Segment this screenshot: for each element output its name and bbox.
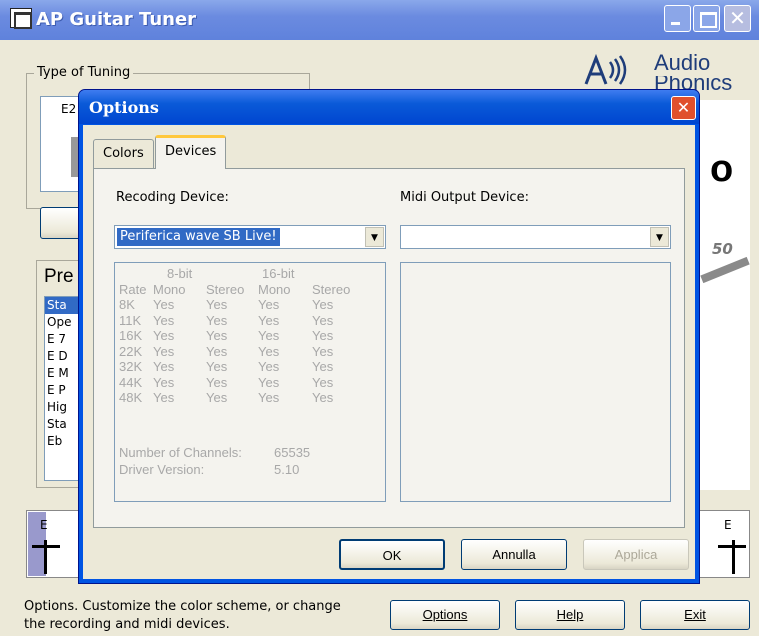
capability-row: 44K Yes Yes Yes Yes xyxy=(119,375,350,391)
header-8bit: 8-bit xyxy=(167,266,193,281)
support-cell: Yes xyxy=(206,374,228,390)
support-cell: Yes xyxy=(153,359,175,374)
channels-label: Number of Channels: xyxy=(119,445,242,460)
header-mono-8: Mono xyxy=(153,281,186,297)
dialog-title-bar xyxy=(79,90,699,124)
capabilities-table: 8-bit 16-bit Rate Mono Stereo Mono Stere… xyxy=(119,266,350,406)
string-left-note: E xyxy=(40,518,48,532)
support-cell: Yes xyxy=(206,343,228,359)
support-cell: Yes xyxy=(206,359,228,374)
status-line-1: Options. Customize the color scheme, or … xyxy=(24,599,341,614)
midi-dropdown-arrow-icon[interactable]: ▼ xyxy=(650,227,669,247)
rate-cell: 44K xyxy=(119,374,143,390)
dialog-body: Colors Devices Recoding Device: Midi Out… xyxy=(83,125,695,579)
support-cell: Yes xyxy=(258,343,280,359)
header-mono-16: Mono xyxy=(258,281,291,297)
support-cell: Yes xyxy=(206,297,228,312)
midi-output-list[interactable] xyxy=(400,262,671,502)
support-cell: Yes xyxy=(153,374,175,390)
support-cell: Yes xyxy=(312,343,334,359)
capability-row: 22K Yes Yes Yes Yes xyxy=(119,344,350,360)
rate-cell: 8K xyxy=(119,297,135,312)
support-cell: Yes xyxy=(258,297,280,312)
presets-label: Pre xyxy=(44,266,74,287)
logo-text-audio: Audio xyxy=(654,50,711,75)
midi-device-select[interactable]: ▼ xyxy=(400,225,671,249)
support-cell: Yes xyxy=(312,374,334,390)
support-cell: Yes xyxy=(312,390,334,405)
app-icon xyxy=(10,8,32,29)
rate-cell: 22K xyxy=(119,343,143,359)
options-dialog: Options ✕ Colors Devices Recoding Device… xyxy=(78,89,700,584)
devices-tab-panel: Recoding Device: Midi Output Device: Per… xyxy=(93,168,685,528)
support-cell: Yes xyxy=(258,390,280,405)
capability-row: 11K Yes Yes Yes Yes xyxy=(119,313,350,329)
support-cell: Yes xyxy=(206,390,228,405)
window-title: AP Guitar Tuner xyxy=(36,9,197,30)
status-line-2: the recording and midi devices. xyxy=(24,617,230,632)
support-cell: Yes xyxy=(206,312,228,328)
driver-label: Driver Version: xyxy=(119,462,205,477)
capability-row: 32K Yes Yes Yes Yes xyxy=(119,359,350,375)
support-cell: Yes xyxy=(258,374,280,390)
rate-cell: 48K xyxy=(119,390,143,405)
midi-device-label: Midi Output Device: xyxy=(400,190,529,205)
gauge-big-char: o xyxy=(710,148,734,190)
capability-row: 8K Yes Yes Yes Yes xyxy=(119,297,350,313)
cancel-button[interactable]: Annulla xyxy=(461,539,567,570)
ok-button[interactable]: OK xyxy=(339,539,445,570)
support-cell: Yes xyxy=(153,297,175,312)
capability-row: 48K Yes Yes Yes Yes xyxy=(119,390,350,406)
dialog-title: Options xyxy=(89,98,159,117)
close-button[interactable]: ✕ xyxy=(724,5,751,32)
logo-text-phonics: Phonics xyxy=(654,76,733,90)
header-stereo-8: Stereo xyxy=(206,281,245,297)
support-cell: Yes xyxy=(153,343,175,359)
support-cell: Yes xyxy=(153,390,175,405)
minimize-button[interactable] xyxy=(664,5,691,32)
tab-colors[interactable]: Colors xyxy=(93,139,154,169)
support-cell: Yes xyxy=(153,328,175,343)
rate-cell: 16K xyxy=(119,328,143,343)
support-cell: Yes xyxy=(258,328,280,343)
tuning-value: E2 xyxy=(61,102,77,116)
apply-button[interactable]: Applica xyxy=(583,539,689,570)
support-cell: Yes xyxy=(312,312,334,328)
support-cell: Yes xyxy=(153,312,175,328)
support-cell: Yes xyxy=(258,359,280,374)
maximize-button[interactable] xyxy=(693,5,720,32)
dialog-close-button[interactable]: ✕ xyxy=(671,96,696,120)
gauge-number: 50 xyxy=(712,240,733,258)
recording-device-value: Periferica wave SB Live! xyxy=(117,228,280,246)
rate-cell: 32K xyxy=(119,359,143,374)
tuning-group-label: Type of Tuning xyxy=(34,65,134,80)
support-cell: Yes xyxy=(312,359,334,374)
options-button[interactable]: Options xyxy=(390,600,500,630)
header-rate: Rate xyxy=(119,281,147,297)
tab-devices[interactable]: Devices xyxy=(155,135,227,169)
device-capabilities-box: 8-bit 16-bit Rate Mono Stereo Mono Stere… xyxy=(114,262,386,502)
header-16bit: 16-bit xyxy=(262,266,295,281)
rate-cell: 11K xyxy=(119,312,142,328)
support-cell: Yes xyxy=(206,328,228,343)
header-stereo-16: Stereo xyxy=(312,281,351,297)
help-button[interactable]: Help xyxy=(515,600,625,630)
recording-device-select[interactable]: Periferica wave SB Live! ▼ xyxy=(114,225,386,249)
driver-value: 5.10 xyxy=(274,462,300,477)
exit-button[interactable]: Exit xyxy=(640,600,750,630)
capability-row: 16K Yes Yes Yes Yes xyxy=(119,328,350,344)
gauge-arc xyxy=(700,256,750,284)
support-cell: Yes xyxy=(312,328,334,343)
string-right-note: E xyxy=(724,518,732,532)
support-cell: Yes xyxy=(312,297,334,312)
recording-dropdown-arrow-icon[interactable]: ▼ xyxy=(365,227,384,247)
channels-value: 65535 xyxy=(274,445,311,460)
support-cell: Yes xyxy=(258,312,280,328)
logo-icon xyxy=(584,53,627,85)
recording-device-label: Recoding Device: xyxy=(116,190,229,205)
